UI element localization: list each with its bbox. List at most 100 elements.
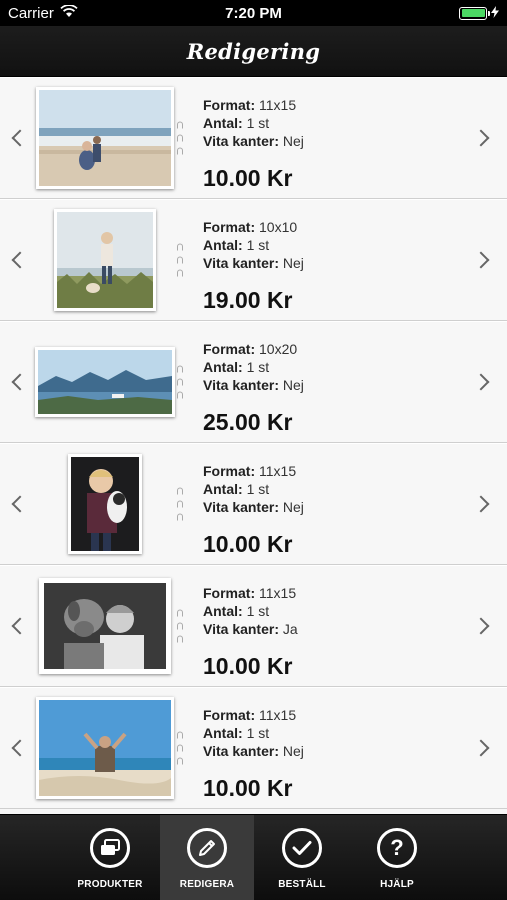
drag-handle-icon[interactable]: [177, 731, 183, 764]
format-value: 10x20: [259, 341, 298, 357]
tab-produkter[interactable]: PRODUKTER: [63, 815, 157, 900]
chevron-right-icon[interactable]: [472, 617, 490, 634]
status-bar: Carrier 7:20 PM: [0, 0, 507, 26]
order-item-row[interactable]: Format: 11x15 Antal: 1 st Vita kanter: N…: [0, 687, 507, 809]
white-borders-value: Ja: [282, 621, 298, 637]
quantity-label: Antal:: [203, 603, 243, 619]
item-details: Format: 10x20 Antal: 1 st Vita kanter: N…: [203, 340, 304, 394]
item-price: 10.00 Kr: [203, 531, 293, 557]
drag-handle-icon[interactable]: [177, 365, 183, 398]
drag-handle-icon[interactable]: [177, 121, 183, 154]
item-price: 19.00 Kr: [203, 287, 293, 313]
tab-label: BESTÄLL: [278, 879, 326, 890]
beach-arms-up-photo[interactable]: [36, 696, 174, 799]
white-borders-value: Nej: [282, 499, 304, 515]
chevron-left-icon[interactable]: [11, 617, 29, 634]
tab-label: PRODUKTER: [77, 879, 143, 890]
quantity-value: 1 st: [246, 237, 270, 253]
chevron-right-icon[interactable]: [472, 495, 490, 512]
checkmark-icon: [282, 828, 322, 868]
photo-thumbnail-wrap: [34, 321, 176, 442]
format-label: Format:: [203, 707, 256, 723]
photo-thumbnail-wrap: [34, 443, 176, 564]
format-label: Format:: [203, 585, 256, 601]
format-label: Format:: [203, 97, 256, 113]
format-label: Format:: [203, 341, 256, 357]
white-borders-label: Vita kanter:: [203, 621, 279, 637]
quantity-value: 1 st: [246, 603, 270, 619]
order-item-row[interactable]: Format: 10x10 Antal: 1 st Vita kanter: N…: [0, 199, 507, 321]
quantity-label: Antal:: [203, 725, 243, 741]
item-price: 10.00 Kr: [203, 653, 293, 679]
item-details: Format: 10x10 Antal: 1 st Vita kanter: N…: [203, 218, 304, 272]
item-details: Format: 11x15 Antal: 1 st Vita kanter: N…: [203, 706, 304, 760]
white-borders-value: Nej: [282, 255, 304, 271]
nav-bar: Redigering: [0, 26, 507, 77]
chevron-right-icon[interactable]: [472, 129, 490, 146]
wifi-icon: [60, 3, 78, 22]
white-borders-label: Vita kanter:: [203, 133, 279, 149]
carrier-label: Carrier: [8, 4, 54, 22]
question-icon: ?: [377, 828, 417, 868]
item-price: 25.00 Kr: [203, 409, 293, 435]
woman-dog-dunes-photo[interactable]: [54, 208, 156, 311]
quantity-value: 1 st: [246, 115, 270, 131]
quantity-value: 1 st: [246, 725, 270, 741]
bw-girl-dog-photo[interactable]: [39, 577, 171, 674]
photo-thumbnail-wrap: [34, 565, 176, 686]
status-right: [459, 5, 499, 22]
white-borders-label: Vita kanter:: [203, 255, 279, 271]
photo-thumbnail-wrap: [34, 77, 176, 198]
pencil-icon: [187, 828, 227, 868]
page-title: Redigering: [186, 38, 321, 64]
white-borders-value: Nej: [282, 743, 304, 759]
tab-bestall[interactable]: BESTÄLL: [255, 815, 349, 900]
order-item-row[interactable]: Format: 10x20 Antal: 1 st Vita kanter: N…: [0, 321, 507, 443]
chevron-right-icon[interactable]: [472, 739, 490, 756]
tab-label: REDIGERA: [179, 879, 235, 890]
drag-handle-icon[interactable]: [177, 243, 183, 276]
format-value: 11x15: [259, 585, 297, 601]
beach-photo[interactable]: [36, 86, 174, 189]
chevron-left-icon[interactable]: [11, 739, 29, 756]
tab-label: HJÄLP: [380, 879, 414, 890]
white-borders-value: Nej: [282, 377, 304, 393]
chevron-left-icon[interactable]: [11, 373, 29, 390]
tab-hjalp[interactable]: ? HJÄLP: [350, 815, 444, 900]
format-label: Format:: [203, 463, 256, 479]
products-icon: [90, 828, 130, 868]
white-borders-label: Vita kanter:: [203, 743, 279, 759]
status-left: Carrier: [8, 3, 78, 22]
chevron-left-icon[interactable]: [11, 129, 29, 146]
white-borders-value: Nej: [282, 133, 304, 149]
chevron-right-icon[interactable]: [472, 373, 490, 390]
item-price: 10.00 Kr: [203, 165, 293, 191]
order-item-list[interactable]: Format: 11x15 Antal: 1 st Vita kanter: N…: [0, 77, 507, 814]
item-details: Format: 11x15 Antal: 1 st Vita kanter: N…: [203, 96, 304, 150]
white-borders-label: Vita kanter:: [203, 499, 279, 515]
tab-bar: PRODUKTER REDIGERA BESTÄLL ? HJÄLP: [0, 814, 507, 900]
format-label: Format:: [203, 219, 256, 235]
format-value: 11x15: [259, 463, 297, 479]
white-borders-label: Vita kanter:: [203, 377, 279, 393]
quantity-label: Antal:: [203, 237, 243, 253]
tab-redigera[interactable]: REDIGERA: [160, 815, 254, 900]
format-value: 11x15: [259, 707, 297, 723]
chevron-right-icon[interactable]: [472, 251, 490, 268]
chevron-left-icon[interactable]: [11, 495, 29, 512]
item-details: Format: 11x15 Antal: 1 st Vita kanter: J…: [203, 584, 298, 638]
drag-handle-icon[interactable]: [177, 609, 183, 642]
child-with-cat-photo[interactable]: [68, 453, 142, 554]
quantity-label: Antal:: [203, 359, 243, 375]
order-item-row[interactable]: Format: 11x15 Antal: 1 st Vita kanter: N…: [0, 77, 507, 199]
quantity-value: 1 st: [246, 481, 270, 497]
item-details: Format: 11x15 Antal: 1 st Vita kanter: N…: [203, 462, 304, 516]
order-item-row[interactable]: Format: 11x15 Antal: 1 st Vita kanter: N…: [0, 443, 507, 565]
chevron-left-icon[interactable]: [11, 251, 29, 268]
item-price: 10.00 Kr: [203, 775, 293, 801]
drag-handle-icon[interactable]: [177, 487, 183, 520]
battery-icon: [459, 6, 490, 20]
order-item-row[interactable]: Format: 11x15 Antal: 1 st Vita kanter: J…: [0, 565, 507, 687]
mountain-lake-photo[interactable]: [35, 346, 175, 417]
format-value: 11x15: [259, 97, 297, 113]
